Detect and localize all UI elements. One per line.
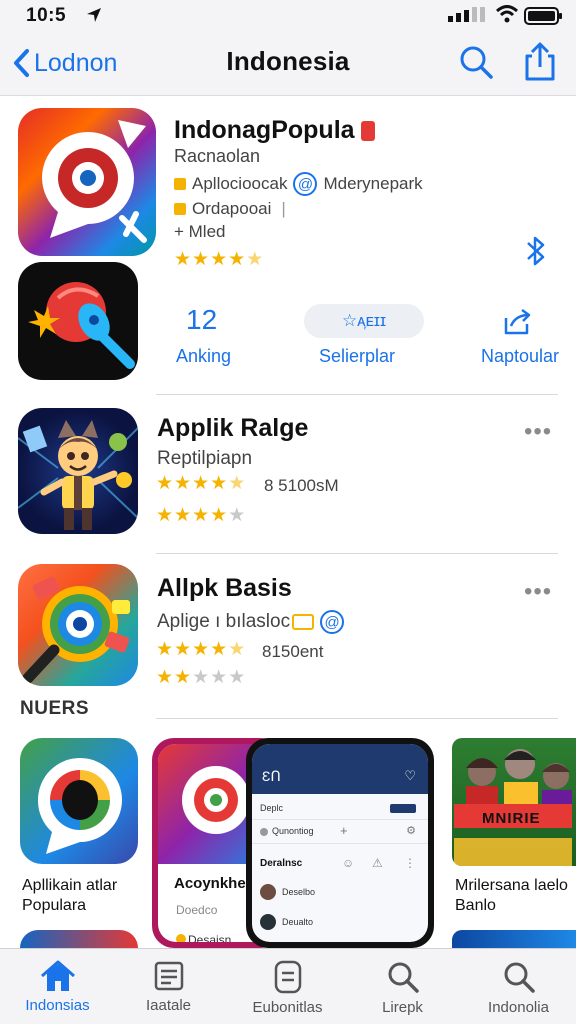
badge-icon: [360, 121, 375, 142]
card-label[interactable]: Apllikain atlar Populara: [22, 876, 152, 916]
warning-icon: ⚠: [372, 856, 383, 870]
search-icon: [388, 962, 419, 993]
status-bar: 10:5: [0, 0, 576, 34]
news-icon: [154, 961, 183, 991]
tag-icon: [174, 203, 186, 215]
signal-icon: [448, 7, 485, 22]
location-arrow-icon: [87, 8, 101, 22]
rating-count: 8 5100sM: [264, 476, 339, 495]
card-label[interactable]: Mrilersana laelo Banlo: [455, 876, 575, 916]
home-icon: [40, 960, 75, 991]
movie-poster-image: [454, 749, 572, 866]
seller-label[interactable]: Selierplar: [319, 346, 395, 367]
at-icon: @: [293, 172, 318, 196]
phone-header-text: ƐՈ: [262, 768, 281, 784]
divider: [156, 394, 558, 395]
featured-app-icon[interactable]: [18, 108, 156, 256]
battery-icon: [524, 7, 562, 25]
magnifier-ball-icon: [28, 282, 135, 369]
navigation-bar: Lodnon Indonesia: [0, 34, 576, 96]
search-icon: [504, 962, 535, 993]
smile-icon: ☺: [342, 856, 355, 870]
featured-app-subtitle: Racnaolan: [174, 146, 261, 166]
avatar: [260, 884, 276, 900]
status-time: 10:5: [26, 5, 67, 26]
category-icon: [174, 178, 186, 190]
app-title[interactable]: Allpk Basis: [157, 574, 292, 603]
divider: [156, 718, 558, 719]
rating-pill-button[interactable]: ☆ᴀ᷊ᴇɪɪ: [304, 304, 424, 338]
app-subtitle: Aplige ı bılasloc @: [157, 610, 350, 634]
app-rating-stars: ★ ★ ★ ★ ★: [156, 473, 246, 494]
featured-meta-developer: Apllocioocak @ Mderynepark: [174, 172, 423, 196]
app-rating-stars: ★ ★ ★ ★ ★: [156, 639, 246, 660]
phone-list-row: Deplc: [252, 798, 428, 820]
wifi-icon: [496, 5, 518, 23]
more-options-icon[interactable]: •••: [524, 418, 552, 446]
app-subtitle: Reptilpiapn: [157, 448, 253, 469]
card-partial[interactable]: [452, 930, 576, 948]
phone-mockup-front[interactable]: ƐՈ ♡ Deplc Qunontiog + ⚙ Deralnsc ☺ ⚠ ⋮: [246, 738, 434, 948]
rating-count: 8150ent: [262, 642, 324, 661]
popular-label[interactable]: Naptoular: [481, 346, 559, 367]
ranking-value: 12: [186, 304, 218, 335]
more-icon: ⋮: [404, 856, 416, 870]
divider: [156, 553, 558, 554]
tab-bar: Indonsias Iaatale Eubonitlas Lirepk Indo…: [0, 948, 576, 1024]
poster-card[interactable]: MNIRIE: [452, 738, 576, 866]
chat-bubble-icon: [37, 758, 122, 854]
search-magnifier-icon: [22, 576, 130, 684]
avatar: [260, 914, 276, 930]
chat-bubble-icon: [42, 120, 147, 243]
card-app-icon[interactable]: [20, 738, 138, 864]
tag-icon: [390, 804, 416, 813]
cartoon-character-icon: [18, 420, 138, 530]
app-title[interactable]: Applik Ralge: [157, 414, 308, 443]
badge-icon: [292, 614, 315, 630]
phone-screen: ƐՈ ♡ Deplc Qunontiog + ⚙ Deralnsc ☺ ⚠ ⋮: [252, 744, 428, 942]
share-icon[interactable]: [503, 308, 533, 336]
phone-footer-text: Desaisn: [188, 933, 232, 942]
phone-list-row: Qunontiog + ⚙: [252, 820, 428, 844]
phone-list-row: Deselbo: [252, 878, 428, 908]
document-icon: [274, 960, 301, 994]
heart-icon: ♡: [404, 768, 416, 783]
coin-icon: [176, 934, 186, 942]
featured-rating-stars: ★ ★ ★ ★ ★: [174, 249, 264, 270]
phone-list: Deplc Qunontiog + ⚙ Deralnsc ☺ ⚠ ⋮ Desel…: [252, 798, 428, 938]
ranking-label[interactable]: Anking: [176, 346, 231, 367]
tab-subscriptions[interactable]: Eubonitlas: [230, 949, 345, 1024]
app-rating-stars-secondary: ★ ★ ★ ★ ★: [156, 505, 246, 526]
poster-title: MNIRIE: [482, 810, 541, 827]
dot-icon: [260, 828, 268, 836]
app-icon-applik-ralge[interactable]: [18, 408, 138, 534]
bluetooth-icon[interactable]: [524, 234, 548, 268]
search-icon[interactable]: [458, 44, 494, 80]
tab-today[interactable]: Iaatale: [111, 949, 226, 1024]
featured-app-icon-secondary[interactable]: [18, 262, 138, 380]
plus-icon: +: [340, 823, 348, 838]
settings-icon: ⚙: [406, 825, 416, 837]
tab-indonesia[interactable]: Indonsias: [0, 949, 115, 1024]
featured-meta-category: Ordapooai |: [174, 199, 286, 219]
featured-app-title[interactable]: IndonagPopula: [174, 116, 375, 145]
tab-indonolia[interactable]: Indonolia: [461, 949, 576, 1024]
app-rating-stars-secondary: ★ ★ ★ ★ ★: [156, 667, 246, 688]
phone-list-row: Deualto: [252, 908, 428, 938]
phone-app-title: Acoynkhe: [174, 875, 246, 892]
app-icon-allpk-basis[interactable]: [18, 564, 138, 686]
card-app-icon-partial[interactable]: [20, 930, 138, 948]
featured-meta-extra: + Mled: [174, 222, 226, 241]
phone-header: ƐՈ ♡: [252, 744, 428, 794]
share-icon[interactable]: [522, 42, 558, 82]
at-icon: @: [320, 610, 345, 634]
more-options-icon[interactable]: •••: [524, 578, 552, 606]
tab-search[interactable]: Lirepk: [345, 949, 460, 1024]
phone-app-subtitle: Doedco: [176, 903, 218, 917]
section-title: NUERS: [20, 698, 90, 719]
phone-list-row: Deralnsc ☺ ⚠ ⋮: [260, 856, 416, 870]
